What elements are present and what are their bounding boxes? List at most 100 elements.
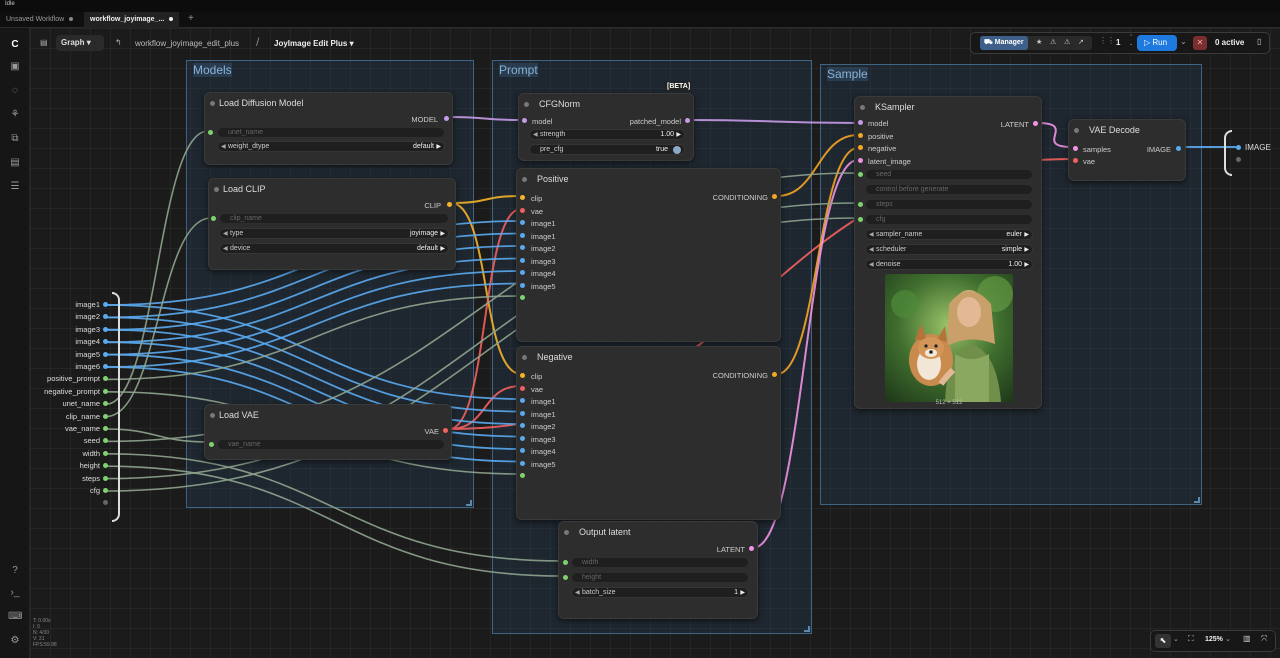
strength-slider[interactable]: ◀ strength 1.00 ▶ — [529, 129, 685, 140]
subgraph-input-socket[interactable] — [103, 326, 108, 332]
zoom-level[interactable]: 125% — [1205, 636, 1223, 643]
panel-toggle-icon[interactable]: ▤ — [40, 35, 48, 51]
input-height-socket[interactable] — [563, 575, 568, 580]
input-image2-socket[interactable] — [520, 245, 525, 250]
subgraph-input-socket[interactable] — [103, 388, 108, 394]
link-visibility-icon[interactable]: ⤧ — [1261, 634, 1267, 644]
input-clip-socket[interactable] — [520, 373, 525, 378]
node-cfgnorm[interactable]: CFGNorm [BETA] model patched_model ◀ stre… — [518, 82, 694, 161]
vae-name-field[interactable]: vae_name — [217, 439, 445, 450]
subgraph-input-socket[interactable] — [103, 314, 108, 320]
node-collapse-dot[interactable] — [1074, 128, 1079, 133]
subgraph-input-socket[interactable] — [103, 364, 108, 369]
clip-type-combo[interactable]: ◀ type joyimage ▶ — [219, 228, 449, 239]
node-collapse-dot[interactable] — [860, 105, 865, 110]
output-vae-socket[interactable] — [443, 428, 448, 433]
tab-unsaved-workflow[interactable]: Unsaved Workflow — [0, 12, 79, 28]
drag-handle-icon[interactable]: ⋮⋮ — [1099, 36, 1115, 45]
node-output-latent[interactable]: Output latent LATENT width height ◀ batch… — [558, 521, 758, 619]
arrow-left-icon[interactable]: ◀ — [869, 231, 874, 238]
manager-button[interactable]: ⛟ Manager — [980, 36, 1028, 50]
input-model-socket[interactable] — [522, 118, 527, 123]
input-latent_image-socket[interactable] — [858, 157, 863, 163]
subgraph-input-socket[interactable] — [103, 351, 108, 357]
batch-size-stepper[interactable]: ◀ batch_size 1 ▶ — [571, 587, 749, 598]
arrow-right-icon[interactable]: ▶ — [440, 245, 445, 252]
input-positive-socket[interactable] — [858, 132, 863, 138]
node-collapse-dot[interactable] — [214, 187, 219, 192]
unet-name-field[interactable]: unet_name — [217, 127, 445, 138]
input-image4-socket[interactable] — [520, 270, 525, 275]
clip-name-field[interactable]: clip_name — [219, 213, 449, 224]
puzzle-icon[interactable]: ⚠ — [1050, 38, 1056, 46]
node-collapse-dot[interactable] — [210, 413, 215, 418]
subgraph-input-socket[interactable] — [103, 401, 108, 407]
subgraph-input-socket[interactable] — [103, 450, 108, 456]
input-vae-socket[interactable] — [520, 385, 525, 391]
subgraph-input-socket[interactable] — [103, 413, 108, 419]
subgraph-output-image-socket[interactable] — [1236, 145, 1241, 150]
input-extra-socket[interactable] — [520, 473, 525, 478]
input-image2-socket[interactable] — [520, 423, 525, 428]
subgraph-input-empty-socket[interactable] — [103, 500, 108, 506]
breadcrumb-subgraph[interactable]: JoyImage Edit Plus ▾ — [274, 36, 354, 52]
nodes-icon[interactable]: ⚘ — [8, 108, 22, 122]
keyboard-icon[interactable]: ⌨ — [8, 610, 22, 624]
arrow-right-icon[interactable]: ▶ — [676, 131, 681, 138]
cancel-run-icon[interactable]: ✕ — [1193, 36, 1207, 50]
subgraph-input-socket[interactable] — [103, 376, 108, 382]
run-button[interactable]: ▷ Run — [1137, 35, 1177, 51]
height-field[interactable]: height — [571, 572, 749, 583]
group-resize-handle[interactable] — [1194, 497, 1200, 503]
input-clip-name-socket[interactable] — [211, 216, 216, 221]
arrow-right-icon[interactable]: ▶ — [1024, 261, 1029, 268]
input-image1-socket[interactable] — [520, 232, 525, 238]
arrow-left-icon[interactable]: ◀ — [533, 131, 538, 138]
arrow-left-icon[interactable]: ◀ — [221, 143, 226, 150]
bell-icon[interactable]: ⚠ — [1064, 38, 1070, 46]
arrow-left-icon[interactable]: ◀ — [869, 261, 874, 268]
comfy-logo-icon[interactable]: C — [8, 38, 22, 52]
node-collapse-dot[interactable] — [564, 530, 569, 535]
node-collapse-dot[interactable] — [210, 101, 215, 106]
input-image3-socket[interactable] — [520, 435, 525, 441]
subgraph-input-socket[interactable] — [103, 339, 108, 345]
select-mode-icon[interactable]: ⬉ — [1155, 634, 1171, 648]
node-collapse-dot[interactable] — [522, 177, 527, 182]
input-vae-socket[interactable] — [1073, 158, 1078, 163]
input-image5-socket[interactable] — [520, 460, 525, 466]
input-image3-socket[interactable] — [520, 257, 525, 263]
run-options-chevron-icon[interactable]: ⌄ — [1180, 37, 1187, 46]
input-image4-socket[interactable] — [520, 448, 525, 453]
output-conditioning-socket[interactable] — [772, 194, 777, 199]
arrow-left-icon[interactable]: ◀ — [575, 589, 580, 596]
input-image1-socket[interactable] — [520, 398, 525, 403]
share-icon[interactable]: ↗ — [1078, 38, 1084, 46]
input-unet-socket[interactable] — [208, 130, 213, 135]
workflow-tree-icon[interactable]: ⧉ — [8, 132, 22, 146]
output-latent-socket[interactable] — [749, 546, 754, 551]
preview-image[interactable] — [885, 274, 1013, 402]
input-image1-socket[interactable] — [520, 410, 525, 416]
sampler-name-combo[interactable]: ◀ sampler_name euler ▶ — [865, 229, 1033, 240]
input-negative-socket[interactable] — [858, 145, 863, 150]
input-vae-name-socket[interactable] — [209, 442, 214, 447]
scheduler-combo[interactable]: ◀ scheduler simple ▶ — [865, 244, 1033, 255]
output-clip-socket[interactable] — [447, 202, 452, 207]
arrow-right-icon[interactable]: ▶ — [740, 589, 745, 596]
arrow-right-icon[interactable]: ▶ — [440, 230, 445, 237]
input-image1-socket[interactable] — [520, 220, 525, 225]
subgraph-output-empty-socket[interactable] — [1236, 157, 1241, 162]
minimap-icon[interactable]: ▥ — [1243, 634, 1251, 643]
node-collapse-dot[interactable] — [522, 355, 527, 360]
back-arrow-icon[interactable]: ↰ — [115, 35, 122, 51]
arrow-left-icon[interactable]: ◀ — [223, 230, 228, 237]
terminal-icon[interactable]: ›_ — [8, 586, 22, 600]
node-ksampler[interactable]: KSampler LATENT model positive negative lat… — [854, 96, 1042, 409]
arrow-left-icon[interactable]: ◀ — [223, 245, 228, 252]
pre-cfg-toggle[interactable]: pre_cfg true — [529, 144, 685, 155]
input-clip-socket[interactable] — [520, 195, 525, 200]
input-seed-socket[interactable] — [858, 172, 863, 177]
group-resize-handle[interactable] — [466, 500, 472, 506]
group-resize-handle[interactable] — [804, 626, 810, 632]
